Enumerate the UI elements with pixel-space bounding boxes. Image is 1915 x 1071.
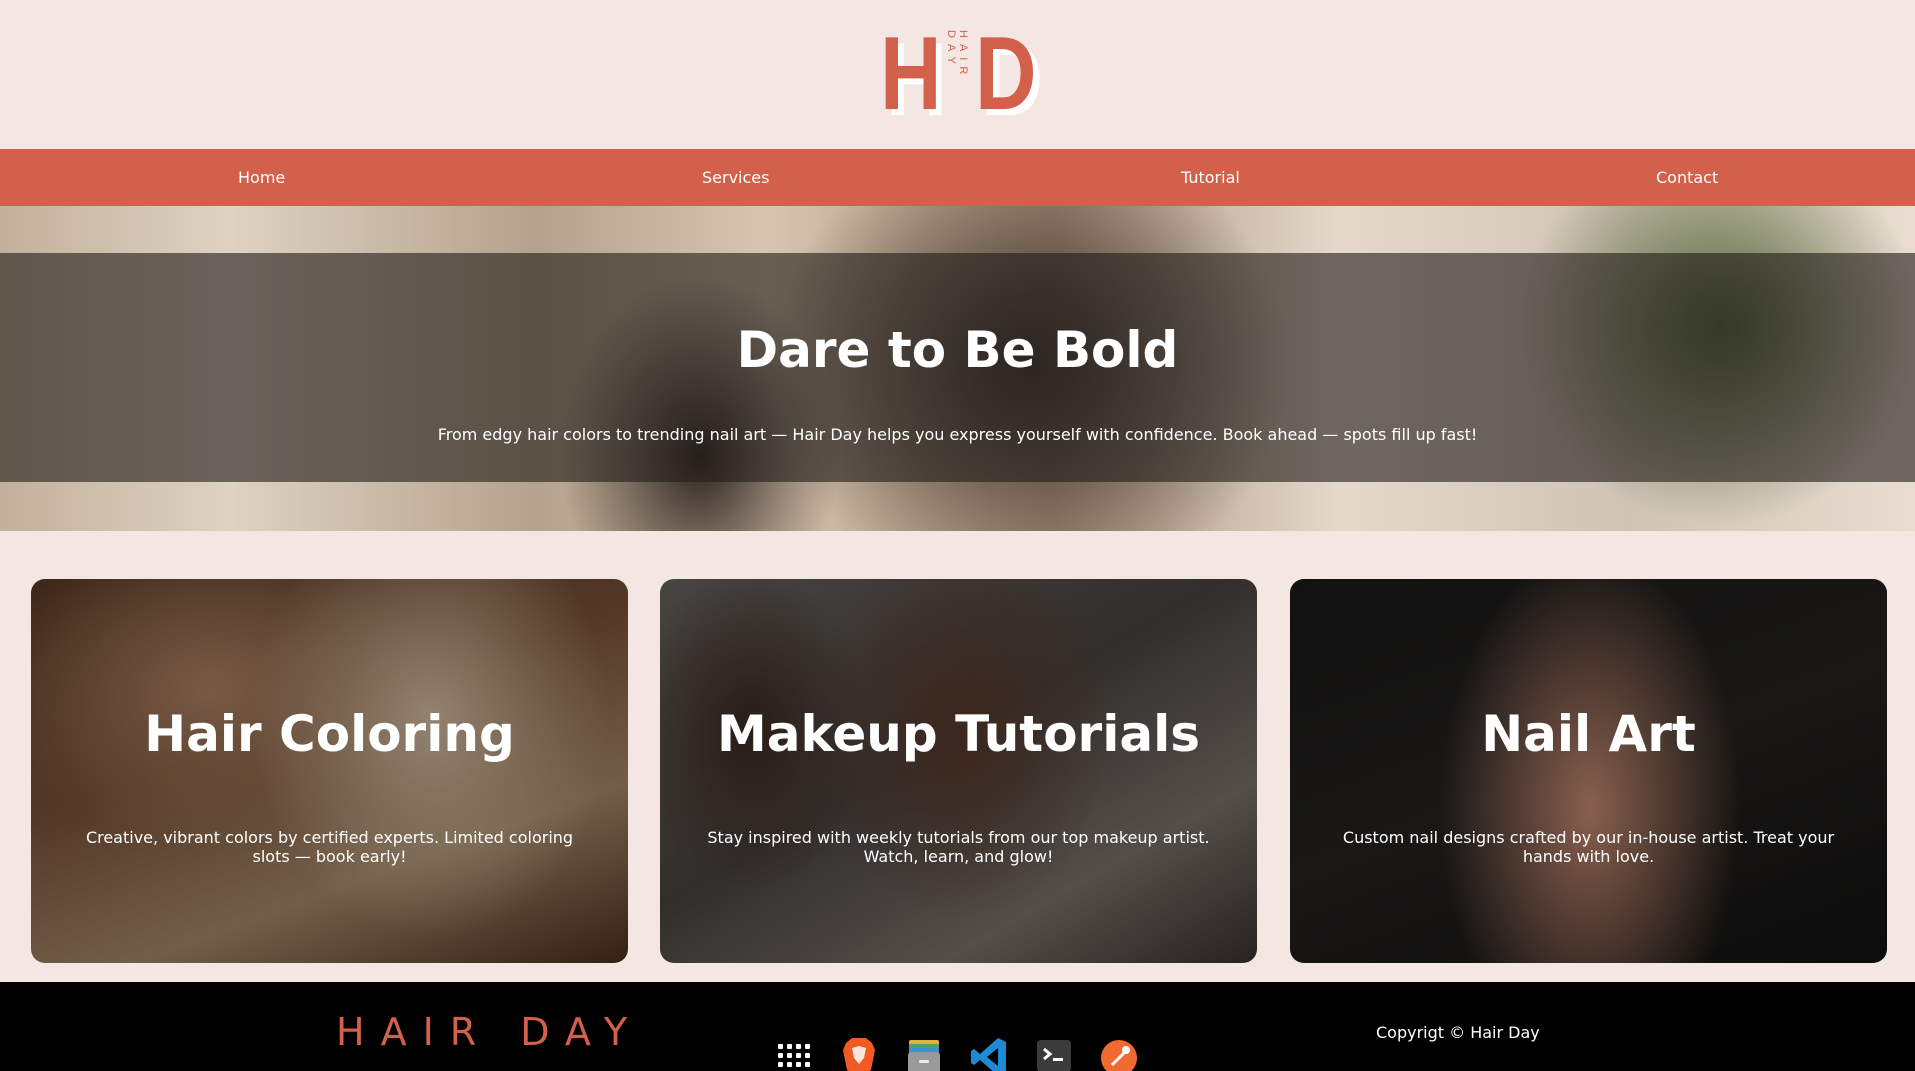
logo-vertical-text: HAIR DAY [945,30,969,81]
logo-letter-d: D [975,16,1037,132]
terminal-icon[interactable] [1035,1034,1073,1071]
card-overlay [1290,579,1887,963]
nav-home-link[interactable]: Home [238,149,285,206]
site-footer: HAIR DAY Copyrigt © Hair Day [0,982,1915,1071]
card-makeup-tutorials[interactable]: Makeup Tutorials Stay inspired with week… [660,579,1257,963]
card-nail-art[interactable]: Nail Art Custom nail designs crafted by … [1290,579,1887,963]
card-title: Makeup Tutorials [716,705,1200,763]
hero-section: Dare to Be Bold From edgy hair colors to… [0,206,1915,531]
brave-browser-icon[interactable] [840,1034,878,1071]
logo[interactable]: H HAIR DAY D [878,22,1040,126]
card-text: Custom nail designs crafted by our in-ho… [1342,828,1835,866]
card-text: Stay inspired with weekly tutorials from… [707,828,1210,866]
main-nav: Home Services Tutorial Contact [0,149,1915,206]
files-icon[interactable] [905,1034,943,1071]
card-title: Hair Coloring [144,705,515,763]
card-overlay [660,579,1257,963]
logo-letter-h: H [880,16,942,132]
nav-contact-link[interactable]: Contact [1656,149,1718,206]
card-hair-coloring[interactable]: Hair Coloring Creative, vibrant colors b… [31,579,628,963]
vscode-icon[interactable] [970,1034,1008,1071]
card-text: Creative, vibrant colors by certified ex… [85,828,574,866]
apps-grid-icon[interactable] [775,1034,813,1071]
card-title: Nail Art [1481,705,1696,763]
hero-title: Dare to Be Bold [736,321,1179,379]
footer-copyright: Copyrigt © Hair Day [1376,1023,1540,1042]
nav-services-link[interactable]: Services [702,149,769,206]
footer-brand: HAIR DAY [336,1010,644,1054]
card-overlay [31,579,628,963]
nav-tutorial-link[interactable]: Tutorial [1181,149,1240,206]
site-header: H HAIR DAY D [0,0,1915,149]
hero-text: From edgy hair colors to trending nail a… [437,425,1478,444]
postman-icon[interactable] [1100,1034,1138,1071]
